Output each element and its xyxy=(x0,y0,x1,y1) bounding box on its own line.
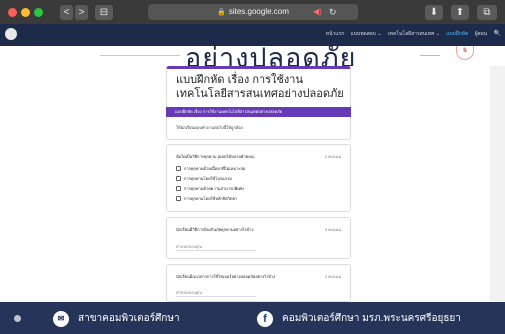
page-scroll-edge xyxy=(490,66,505,302)
reload-icon[interactable]: ↻ xyxy=(329,6,337,18)
site-header: หน้าแรก แบบทดสอบ ⌄ เทคโนโลยีสารสนเทศ ⌄ แ… xyxy=(0,24,505,46)
share-button[interactable]: ⬆ xyxy=(451,5,469,20)
email-icon: ✉ xyxy=(53,310,69,327)
question-3-points: 3 คะแนน xyxy=(324,274,341,279)
question-1-title: ข้อใดเป็นวิธีการคุกคาม (ตอบได้หลายคำตอบ) xyxy=(176,154,255,159)
nav-item-instructor[interactable]: ผู้สอน xyxy=(475,31,487,37)
site-footer: ✉ สาขาคอมพิวเตอร์ศึกษา f คอมพิวเตอร์ศึกษ… xyxy=(0,302,505,334)
embedded-form: แบบฝึกหัด เรื่อง การใช้งานเทคโนโลยีสารสน… xyxy=(0,66,505,302)
lock-icon: 🔒 xyxy=(217,9,226,16)
minimize-window-button[interactable] xyxy=(21,8,30,17)
footer-dot-icon xyxy=(14,315,21,322)
nav-item-tests[interactable]: แบบทดสอบ ⌄ xyxy=(351,31,382,37)
nav-item-exercises[interactable]: แบบฝึกหัด xyxy=(446,31,468,37)
question-1-option-1[interactable]: การคุกคามด้วยเนื้อหาที่ไม่เหมาะสม xyxy=(176,166,245,172)
page-banner: อย่างปลอดภัย ♞ xyxy=(0,46,505,66)
search-icon[interactable]: 🔍 xyxy=(494,31,501,37)
downloads-button[interactable]: ⬇ xyxy=(425,5,443,20)
form-section-bar: แบบฝึกหัด เรื่อง การใช้งานเทคโนโลยีสารสน… xyxy=(166,107,351,117)
page: < > ⊟ 🔒 sites.google.com ◀) ↻ ⬇ ⬆ ⧉ หน้าแ… xyxy=(0,0,505,334)
browser-titlebar: < > ⊟ 🔒 sites.google.com ◀) ↻ ⬇ ⬆ ⧉ xyxy=(0,0,505,24)
back-button[interactable]: < xyxy=(60,5,73,20)
checkbox-icon[interactable] xyxy=(176,186,181,192)
facebook-icon: f xyxy=(257,310,273,327)
question-1-option-2[interactable]: การคุกคามโดยใช้โปรแกรม xyxy=(176,176,232,182)
form-title: แบบฝึกหัด เรื่อง การใช้งานเทคโนโลยีสารสน… xyxy=(176,74,344,100)
question-2-answer-input[interactable]: คำตอบของคุณ xyxy=(176,243,202,250)
sidebar-toggle-button[interactable]: ⊟ xyxy=(95,5,113,20)
question-3-title: นักเรียนมีแนวทางการใช้ไซเบอร์อย่างปลอดภั… xyxy=(176,274,276,279)
question-2-points: 3 คะแนน xyxy=(324,227,341,232)
footer-email-text: สาขาคอมพิวเตอร์ศึกษา xyxy=(78,313,180,324)
forward-button[interactable]: > xyxy=(75,5,88,20)
banner-divider-left xyxy=(100,55,180,56)
question-1-points: 2 คะแนน xyxy=(324,154,341,159)
footer-email-link[interactable]: ✉ สาขาคอมพิวเตอร์ศึกษา xyxy=(53,310,180,327)
question-2-answer-underline xyxy=(176,250,256,251)
question-1-option-4[interactable]: การคุกคามโดยใช้หลักจิตวิทยา xyxy=(176,196,237,202)
form-description: ให้นักเรียนตอบคำถามต่อไปนี้ให้ถูกต้อง xyxy=(176,125,243,130)
address-bar[interactable]: 🔒 sites.google.com xyxy=(148,4,358,20)
close-window-button[interactable] xyxy=(8,8,17,17)
site-navigation: หน้าแรก แบบทดสอบ ⌄ เทคโนโลยีสารสนเทศ ⌄ แ… xyxy=(321,30,501,38)
footer-facebook-link[interactable]: f คอมพิวเตอร์ศึกษา มรภ.พระนครศรีอยุธยา xyxy=(257,310,461,327)
form-header-card: แบบฝึกหัด เรื่อง การใช้งานเทคโนโลยีสารสน… xyxy=(166,66,351,140)
footer-facebook-text: คอมพิวเตอร์ศึกษา มรภ.พระนครศรีอยุธยา xyxy=(282,313,461,324)
banner-divider-right xyxy=(420,55,440,56)
question-card-1: ข้อใดเป็นวิธีการคุกคาม (ตอบได้หลายคำตอบ)… xyxy=(166,144,351,212)
question-3-answer-input[interactable]: คำตอบของคุณ xyxy=(176,289,202,296)
question-card-3: นักเรียนมีแนวทางการใช้ไซเบอร์อย่างปลอดภั… xyxy=(166,264,351,302)
banner-title: อย่างปลอดภัย xyxy=(185,46,357,66)
nav-item-it[interactable]: เทคโนโลยีสารสนเทศ ⌄ xyxy=(388,31,440,37)
nav-item-home[interactable]: หน้าแรก xyxy=(326,31,344,37)
audio-playing-icon[interactable]: ◀) xyxy=(313,7,323,17)
checkbox-icon[interactable] xyxy=(176,196,181,202)
tab-overview-button[interactable]: ⧉ xyxy=(477,5,497,20)
checkbox-icon[interactable] xyxy=(176,166,181,172)
question-card-2: นักเรียนมีวิธีการป้องกันภัยคุกคามอย่างไร… xyxy=(166,217,351,259)
address-bar-url: sites.google.com xyxy=(228,7,289,16)
question-1-option-3[interactable]: การคุกคามด้วยความสามารถพิเศษ xyxy=(176,186,244,192)
site-logo[interactable] xyxy=(5,28,17,40)
question-2-title: นักเรียนมีวิธีการป้องกันภัยคุกคามอย่างไร… xyxy=(176,227,254,232)
checkbox-icon[interactable] xyxy=(176,176,181,182)
question-3-answer-underline xyxy=(176,296,256,297)
banner-decoration-icon: ♞ xyxy=(456,46,474,60)
fullscreen-window-button[interactable] xyxy=(34,8,43,17)
